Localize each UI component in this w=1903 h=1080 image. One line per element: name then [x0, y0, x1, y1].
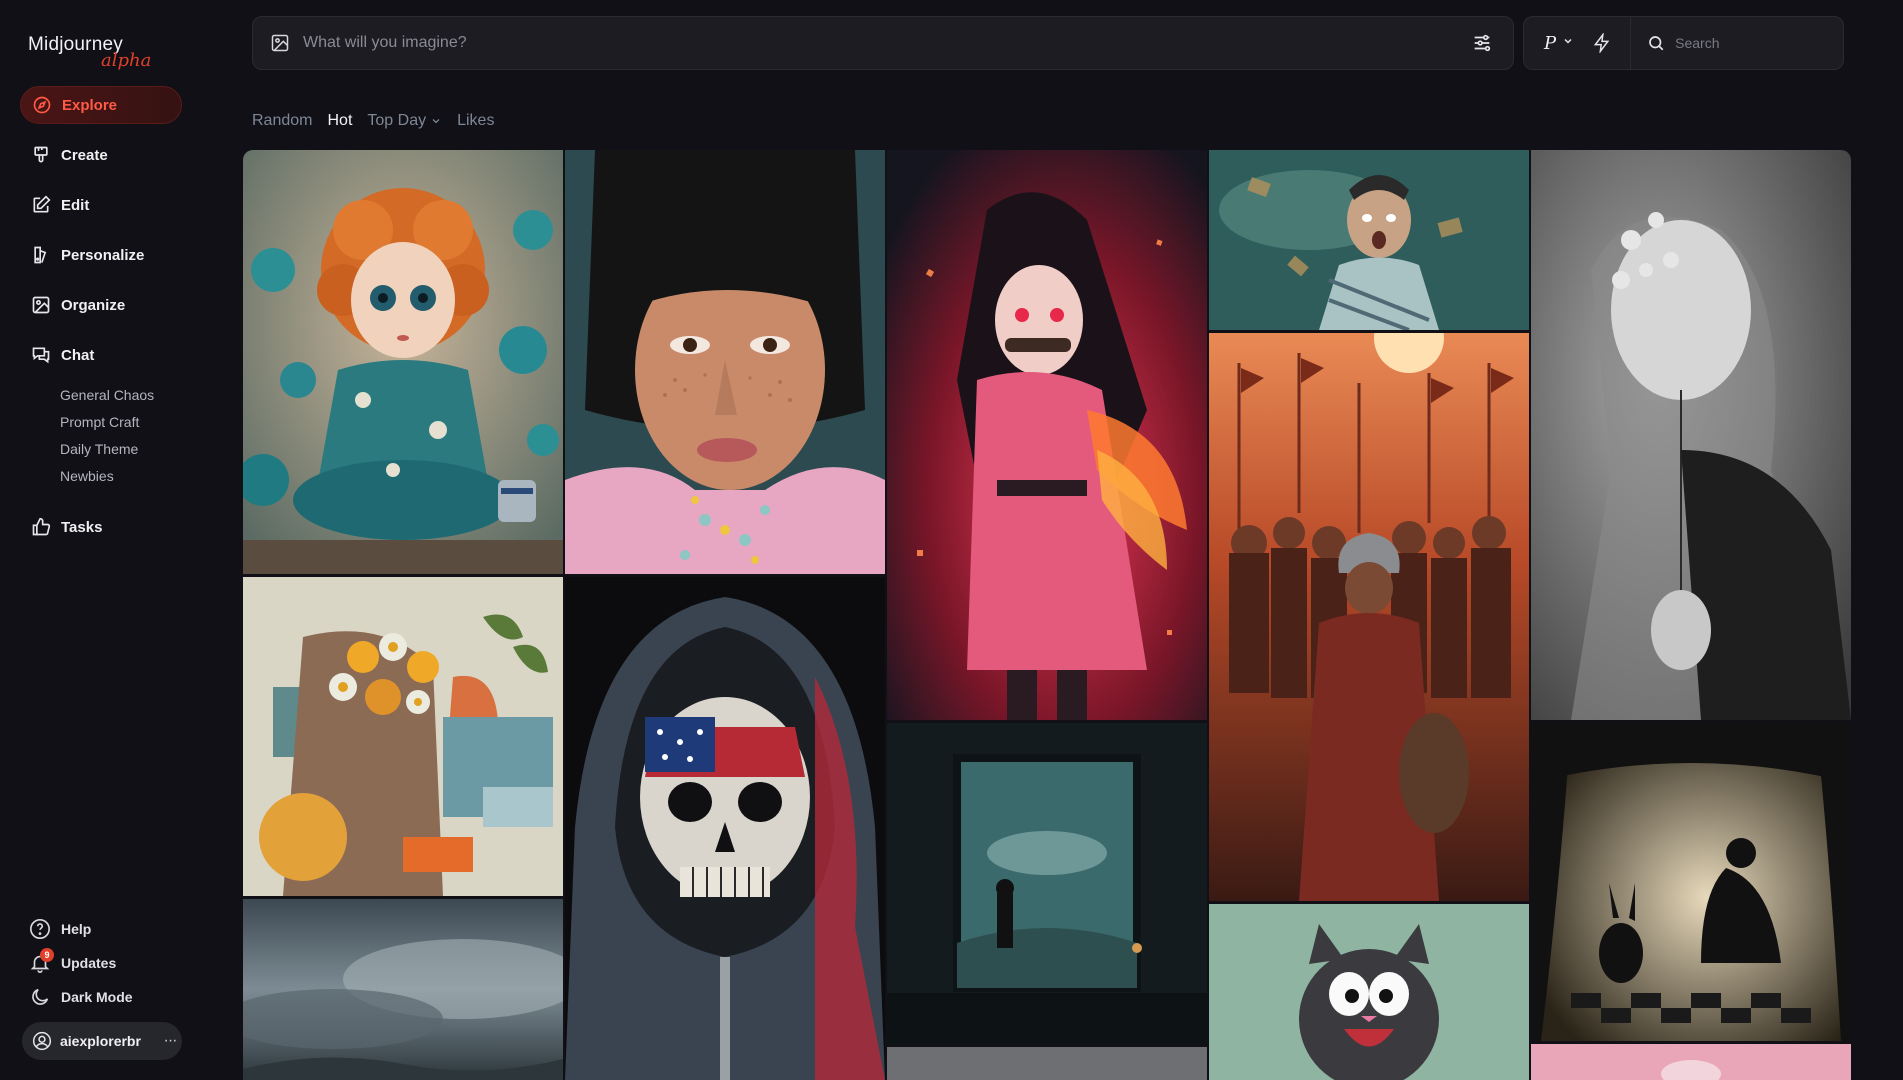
brush-icon [30, 144, 52, 166]
nav-item-label: Edit [61, 196, 90, 214]
search-icon [1645, 32, 1667, 54]
chat-room-item[interactable]: Daily Theme [60, 436, 182, 463]
updates-badge: 9 [40, 948, 54, 962]
nav-item-label: Personalize [61, 246, 145, 264]
nav-item-create[interactable]: Create [20, 136, 182, 174]
updates-label: Updates [61, 955, 117, 971]
cartoon-cat-image[interactable] [1209, 904, 1529, 1080]
personalize-letter: P [1544, 32, 1557, 54]
chat-room-item[interactable]: Newbies [60, 463, 182, 490]
pink-dessert-image[interactable] [1531, 1044, 1851, 1080]
username: aiexplorerbr [60, 1033, 141, 1049]
nav-item-label: Create [61, 146, 108, 164]
more-options-icon[interactable]: ··· [158, 1032, 182, 1050]
nav-item-tasks[interactable]: Tasks [20, 508, 182, 546]
tab-label: Top Day [367, 112, 427, 129]
anime-girl-red-image[interactable] [887, 150, 1207, 720]
gray-landscape-image[interactable] [887, 1047, 1207, 1080]
compass-icon [31, 94, 53, 116]
help-label: Help [61, 921, 92, 937]
nav-item-edit[interactable]: Edit [20, 186, 182, 224]
personalize-icon [30, 244, 52, 266]
dark-mode-label: Dark Mode [61, 989, 133, 1005]
personalize-dropdown[interactable]: P [1544, 33, 1574, 54]
tab-top-day[interactable]: Top Day [367, 112, 442, 130]
nav-item-explore[interactable]: Explore [20, 86, 182, 124]
lightning-icon[interactable] [1590, 31, 1614, 55]
prompt-input[interactable] [303, 34, 1469, 52]
search-box [1631, 32, 1843, 54]
nav-item-organize[interactable]: Organize [20, 286, 182, 324]
dark-mode-toggle[interactable]: Dark Mode [28, 980, 188, 1014]
chat-room-item[interactable]: Prompt Craft [60, 409, 182, 436]
sidebar-bottom: Help 9 Updates Dark Mode [28, 912, 188, 1014]
nav-item-label: Tasks [61, 518, 103, 536]
tab-likes[interactable]: Likes [457, 112, 494, 130]
moon-icon [28, 985, 52, 1009]
toolbar: P [1523, 16, 1844, 70]
flag-skull-hoodie-image[interactable] [565, 577, 885, 1080]
edit-icon [30, 194, 52, 216]
nav-item-personalize[interactable]: Personalize [20, 236, 182, 274]
nav-item-chat[interactable]: Chat [20, 336, 182, 374]
stormy-sky-image[interactable] [243, 899, 563, 1080]
shadow-puppet-alice-image[interactable] [1531, 723, 1851, 1041]
doll-kimono-image[interactable] [243, 150, 563, 574]
warrior-army-image[interactable] [1209, 333, 1529, 901]
thumbs-up-icon [30, 516, 52, 538]
collage-flowers-head-image[interactable] [243, 577, 563, 896]
freckled-woman-portrait-image[interactable] [565, 150, 885, 574]
tab-random[interactable]: Random [252, 112, 312, 130]
sidebar: Midjourney alpha Explore Create Edit Per… [0, 0, 200, 1080]
chat-icon [30, 344, 52, 366]
prompt-bar [252, 16, 1514, 70]
chevron-down-icon [1562, 34, 1574, 52]
woman-flowers-bw-image[interactable] [1531, 150, 1851, 720]
logo[interactable]: Midjourney alpha [28, 34, 151, 71]
aquarium-window-image[interactable] [887, 723, 1207, 1044]
updates-link[interactable]: 9 Updates [28, 946, 188, 980]
chat-room-item[interactable]: General Chaos [60, 382, 182, 409]
main-nav: Explore Create Edit Personalize Organize [20, 86, 182, 558]
chevron-down-icon [430, 115, 442, 127]
search-input[interactable] [1675, 35, 1826, 51]
user-icon [30, 1029, 54, 1053]
chat-rooms: General Chaos Prompt Craft Daily Theme N… [60, 382, 182, 490]
image-upload-icon[interactable] [269, 32, 291, 54]
help-icon [28, 917, 52, 941]
help-link[interactable]: Help [28, 912, 188, 946]
image-icon [30, 294, 52, 316]
nav-item-label: Chat [61, 346, 95, 364]
tab-hot[interactable]: Hot [327, 112, 352, 130]
logo-tag: alpha [101, 50, 152, 71]
underwater-man-image[interactable] [1209, 150, 1529, 330]
nav-item-label: Explore [62, 96, 118, 114]
user-profile-button[interactable]: aiexplorerbr ··· [22, 1022, 182, 1060]
image-gallery [243, 150, 1851, 1080]
feed-tabs: Random Hot Top Day Likes [252, 112, 509, 130]
nav-item-label: Organize [61, 296, 126, 314]
sliders-icon[interactable] [1469, 30, 1495, 56]
